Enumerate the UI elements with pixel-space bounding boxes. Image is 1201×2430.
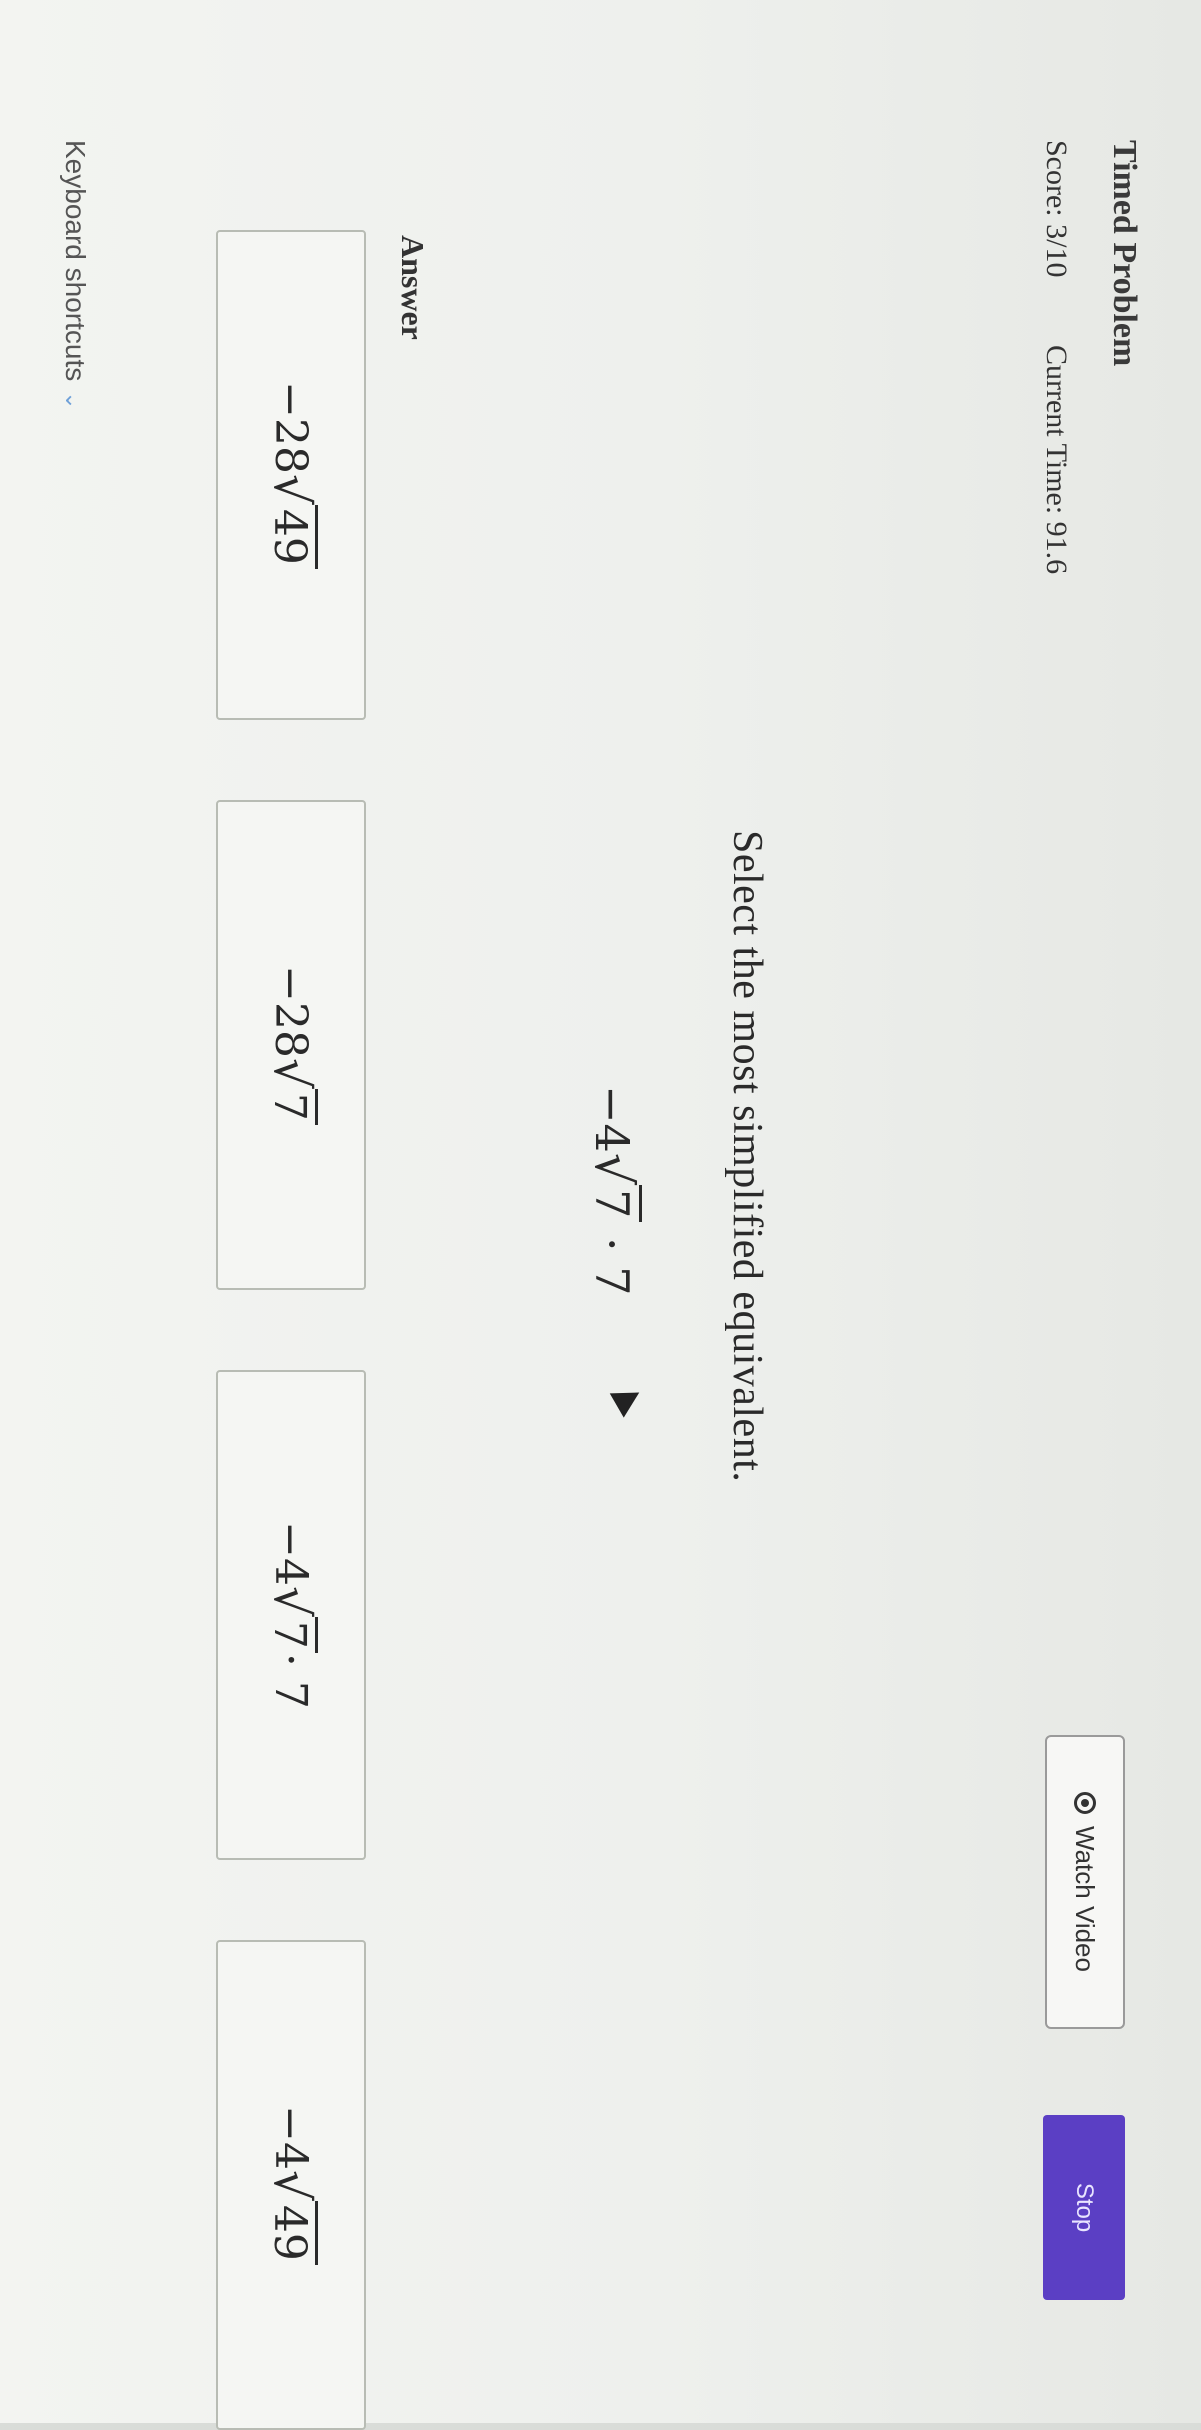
choice-radicand: 7: [264, 1088, 318, 1125]
expression-radicand: 7: [585, 1185, 642, 1223]
choice-prefix: −4: [265, 2105, 317, 2171]
stop-button[interactable]: Stop: [1043, 2115, 1125, 2300]
watch-video-button[interactable]: Watch Video: [1045, 1735, 1125, 2029]
sqrt-icon: √: [263, 2170, 319, 2201]
choice-prefix: −28: [265, 381, 317, 474]
sqrt-icon: √: [263, 1586, 319, 1617]
answer-choice-3[interactable]: −4 √ 7 · 7: [216, 1370, 366, 1860]
sqrt-icon: √: [584, 1152, 643, 1186]
status-line: Score: 3/10 Current Time: 91.6: [1039, 140, 1073, 634]
timed-problem-page: Timed Problem Score: 3/10 Current Time: …: [0, 0, 1201, 2430]
expression-suffix: · 7: [585, 1222, 639, 1296]
expression-prefix: −4: [585, 1085, 639, 1153]
keyboard-shortcuts-toggle[interactable]: Keyboard shortcuts ⌄: [59, 140, 91, 410]
question-expression: −4√7 · 7: [584, 1085, 643, 1295]
answer-label: Answer: [395, 235, 431, 340]
score-text: Score: 3/10: [1040, 140, 1073, 278]
sqrt-icon: √: [263, 474, 319, 505]
play-circle-icon: [1074, 1792, 1096, 1814]
choice-prefix: −28: [265, 965, 317, 1058]
keyboard-shortcuts-label: Keyboard shortcuts: [60, 140, 91, 382]
choice-radicand: 49: [264, 504, 318, 569]
current-time-text: Current Time: 91.6: [1040, 344, 1073, 575]
choice-suffix: · 7: [265, 1652, 317, 1709]
choice-prefix: −4: [265, 1521, 317, 1587]
choice-radicand: 7: [264, 1616, 318, 1653]
answer-choice-2[interactable]: −28 √ 7: [216, 800, 366, 1290]
question-prompt: Select the most simplified equivalent.: [724, 830, 770, 1483]
mouse-cursor-icon: [609, 1380, 647, 1418]
sqrt-icon: √: [263, 1058, 319, 1089]
choice-radicand: 49: [264, 2200, 318, 2265]
watch-video-label: Watch Video: [1070, 1826, 1101, 1972]
chevron-down-icon: ⌄: [61, 391, 86, 410]
page-title: Timed Problem: [1106, 140, 1143, 367]
answer-choice-1[interactable]: −28 √ 49: [216, 230, 366, 720]
answer-choices: −28 √ 49 −28 √ 7 −4 √ 7 · 7 −4 √ 49: [216, 230, 366, 2430]
answer-choice-4[interactable]: −4 √ 49: [216, 1940, 366, 2430]
